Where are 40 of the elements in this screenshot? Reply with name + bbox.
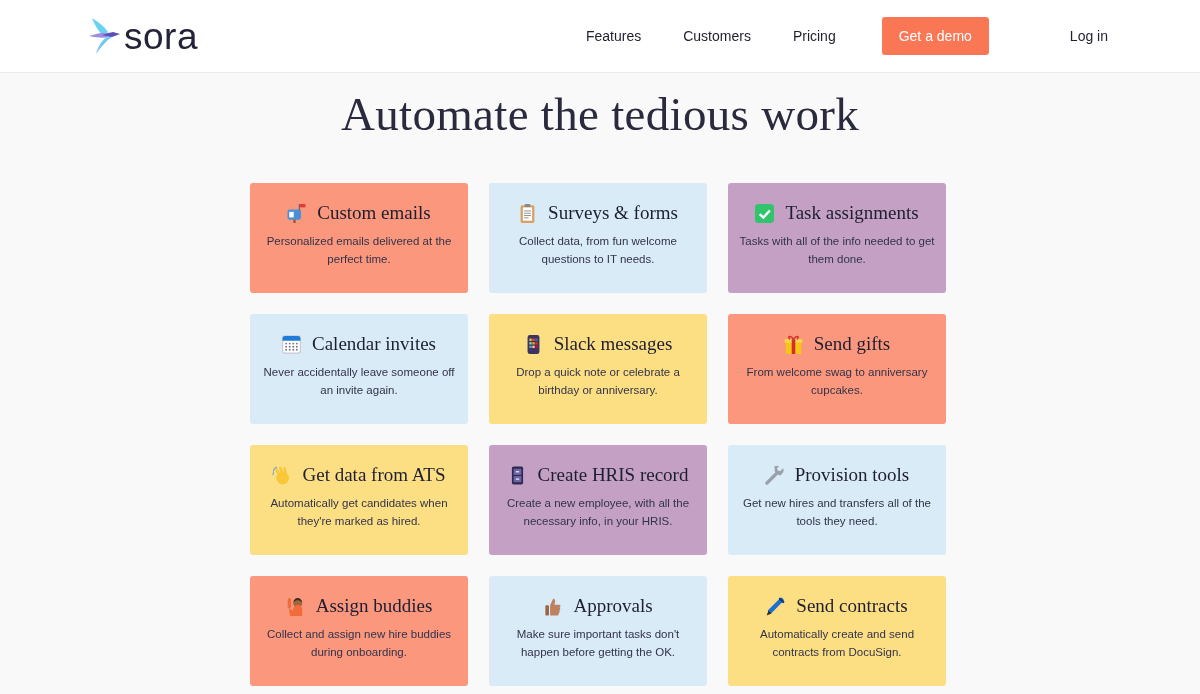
card-description: Automatically get candidates when they're marked as hired. bbox=[269, 496, 449, 529]
card-description: Personalized emails delivered at the perfect time. bbox=[265, 234, 453, 267]
card-description: Never accidentally leave someone off an invite again. bbox=[262, 365, 456, 398]
card-title: Assign buddies bbox=[315, 594, 433, 618]
nav-link[interactable]: Features bbox=[585, 25, 642, 47]
gift-icon bbox=[783, 334, 803, 354]
card-description: Create a new employee, with all the necessary info, in your HRIS. bbox=[505, 496, 691, 529]
card-title: Provision tools bbox=[794, 463, 910, 487]
card-title: Custom emails bbox=[317, 201, 431, 225]
card-title: Calendar invites bbox=[312, 332, 436, 356]
page-heading: Automate the tedious work bbox=[341, 87, 859, 141]
login-link[interactable]: Log in bbox=[1069, 25, 1108, 47]
card-title: Task assignments bbox=[785, 201, 919, 225]
checkmark-icon bbox=[755, 203, 775, 223]
card-description: Automatically create and send contracts from DocuSign. bbox=[758, 627, 916, 660]
card-title: Get data from ATS bbox=[302, 463, 446, 487]
card-title: Approvals bbox=[573, 594, 653, 618]
thumbs-up-icon bbox=[543, 596, 563, 616]
card-title: Slack messages bbox=[553, 332, 673, 356]
card-description: Make sure important tasks don't happen before getting the OK. bbox=[515, 627, 681, 660]
card-description: Collect data, from fun welcome questions to IT needs. bbox=[518, 234, 678, 267]
card-description: Tasks with all of the info needed to get them done. bbox=[738, 234, 936, 267]
bird-logo-icon bbox=[88, 18, 120, 54]
raised-hand-icon bbox=[285, 596, 305, 616]
card-title: Create HRIS record bbox=[537, 463, 689, 487]
waving-hand-icon bbox=[272, 465, 292, 485]
card-title: Send gifts bbox=[813, 332, 891, 356]
wrench-icon bbox=[764, 465, 784, 485]
nav-link[interactable]: Customers bbox=[683, 25, 751, 47]
card-description: Collect and assign new hire buddies during onboarding. bbox=[265, 627, 453, 660]
calendar-icon bbox=[282, 334, 301, 354]
logo-wordmark: sora bbox=[124, 20, 198, 54]
card-title: Send contracts bbox=[796, 594, 908, 618]
card-description: Get new hires and transfers all of the tools they need. bbox=[742, 496, 932, 529]
nav-link[interactable]: Pricing bbox=[792, 25, 836, 47]
card-description: Drop a quick note or celebrate a birthday or anniversary. bbox=[515, 365, 681, 398]
mailbox-icon bbox=[287, 203, 307, 223]
card-description: From welcome swag to anniversary cupcakes. bbox=[745, 365, 929, 398]
pen-icon bbox=[766, 596, 786, 616]
card-title: Surveys & forms bbox=[548, 201, 678, 225]
